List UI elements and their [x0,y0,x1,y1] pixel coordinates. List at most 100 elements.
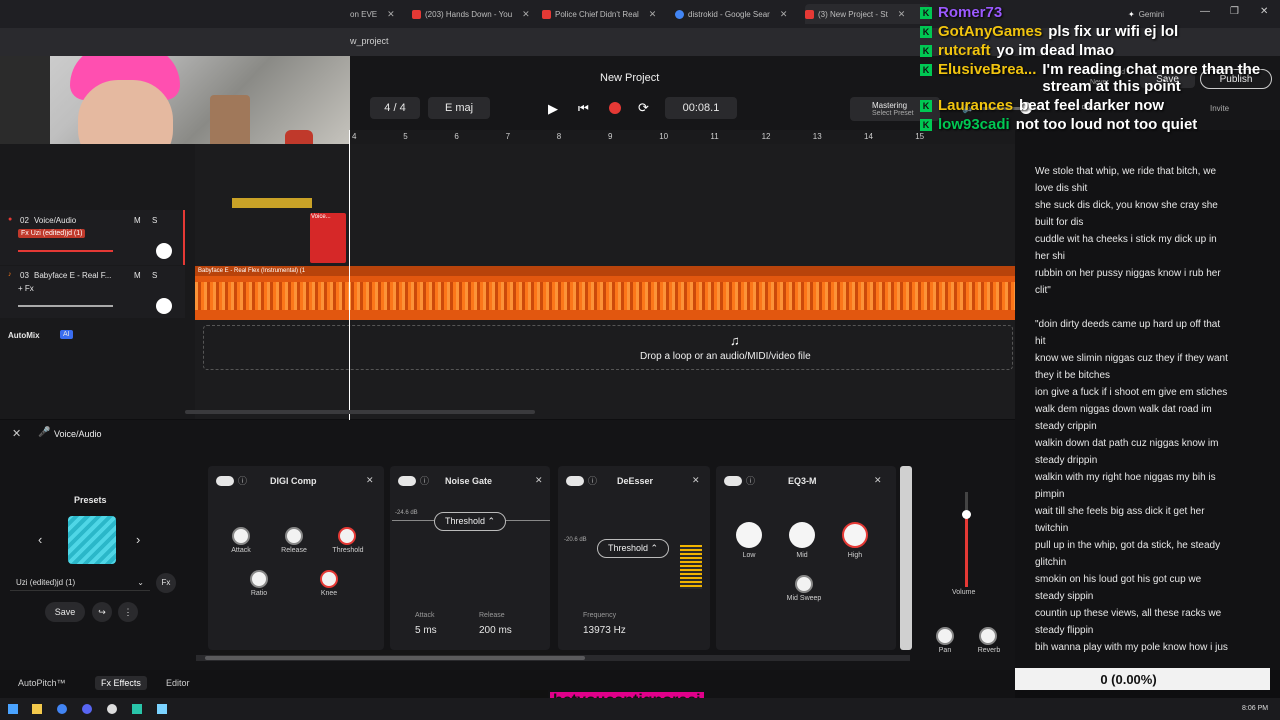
app-icon[interactable] [107,704,117,714]
attack-value[interactable]: 5 ms [415,625,437,636]
ruler-tick: 9 [608,132,613,141]
prev-preset-icon[interactable]: ‹ [38,532,42,547]
remove-fx-icon[interactable]: ✕ [692,475,700,486]
record-icon[interactable] [609,102,621,114]
preset-thumbnail[interactable] [68,516,116,564]
mute-button[interactable]: M [134,216,141,225]
tab-editor[interactable]: Editor [166,678,190,688]
track-name[interactable]: Babyface E - Real F... [34,271,111,280]
play-icon[interactable]: ▶ [548,101,558,117]
mute-button[interactable]: M [134,271,141,280]
track-name[interactable]: Voice/Audio [34,216,76,225]
track-volume-slider[interactable] [18,250,113,252]
chat-username: Laurances [938,97,1014,114]
threshold-dropdown[interactable]: Threshold ⌃ [597,539,670,558]
beat-clip[interactable]: Babyface E - Real Flex (Instrumental) (1 [195,266,1015,320]
tab-2[interactable]: (203) Hands Down - You ✕ [412,4,537,24]
url-text[interactable]: w_project [350,36,389,46]
volume-handle[interactable] [962,510,971,519]
info-icon[interactable]: ⓘ [588,474,597,487]
chat-message: Krutcraft yo im dead lmao [920,42,1280,59]
solo-button[interactable]: S [152,216,157,225]
toggle-switch[interactable] [216,476,234,486]
voice-clip[interactable]: Voice... [310,213,346,263]
release-knob[interactable] [285,527,303,545]
key-selector[interactable]: E maj [428,97,490,119]
solo-button[interactable]: S [152,271,157,280]
attack-knob[interactable] [232,527,250,545]
knee-knob[interactable] [320,570,338,588]
drop-text: Drop a loop or an audio/MIDI/video file [640,351,811,362]
drop-zone[interactable] [203,325,1013,370]
kick-badge-icon: K [920,119,932,131]
chair [0,40,50,160]
remove-fx-icon[interactable]: ✕ [535,475,543,486]
record-arm-icon[interactable]: ● [8,216,12,223]
mid-sweep-knob[interactable] [795,575,813,593]
chrome-icon[interactable] [57,704,67,714]
pan-knob[interactable] [936,627,954,645]
more-options-icon[interactable]: ⋮ [118,602,138,622]
tab-4[interactable]: distrokid - Google Sear ✕ [675,4,800,24]
loop-icon[interactable]: ⟳ [638,100,649,116]
lyric-line: pull up in the whip, got da stick, he st… [1035,540,1221,551]
toggle-switch[interactable] [398,476,416,486]
toggle-switch[interactable] [566,476,584,486]
start-icon[interactable] [8,704,18,714]
tab-effects[interactable]: Fx Effects [95,676,147,690]
info-icon[interactable]: ⓘ [420,474,429,487]
next-preset-icon[interactable]: › [136,532,140,547]
reverb-label: Reverb [977,647,1001,654]
fx-chain-badge[interactable]: Fx Uzi (edited)jd (1) [18,229,86,238]
volume-slider-fill [965,515,968,587]
low-knob[interactable] [736,522,762,548]
tab-1[interactable]: on EVE ✕ [350,4,410,24]
tab-3[interactable]: Police Chief Didn't Real ✕ [542,4,667,24]
remove-fx-icon[interactable]: ✕ [366,475,374,486]
reverb-knob[interactable] [979,627,997,645]
playhead[interactable] [349,130,350,420]
lyric-line: steady crippin [1035,421,1097,432]
release-value[interactable]: 200 ms [479,625,512,636]
high-knob[interactable] [842,522,868,548]
preset-select[interactable]: Uzi (edited)jd (1) ⌄ [10,575,150,591]
waveform [195,282,1015,310]
time-signature[interactable]: 4 / 4 [370,97,420,119]
chat-text: not too loud not too quiet [1015,116,1198,133]
app-icon[interactable] [132,704,142,714]
add-fx-button[interactable]: + Fx [18,284,34,293]
share-icon[interactable]: ↪ [92,602,112,622]
lyric-line: they it be bitches [1035,370,1111,381]
pan-knob[interactable] [156,298,172,314]
project-title[interactable]: New Project [600,72,659,84]
taskbar [0,698,1280,720]
discord-icon[interactable] [82,704,92,714]
info-icon[interactable]: ⓘ [746,474,755,487]
toggle-switch[interactable] [724,476,742,486]
chat-text: yo im dead lmao [996,42,1115,59]
close-icon[interactable]: ✕ [12,427,21,440]
info-icon[interactable]: ⓘ [238,474,247,487]
preset-save-button[interactable]: Save [45,602,85,622]
app-icon[interactable] [157,704,167,714]
mid-knob[interactable] [789,522,815,548]
gate-db: -24.6 dB [395,510,418,516]
fx-bypass-icon[interactable]: Fx [156,573,176,593]
tab-autopitch[interactable]: AutoPitch™ [18,678,66,688]
file-explorer-icon[interactable] [32,704,42,714]
pan-knob[interactable] [156,243,172,259]
remove-fx-icon[interactable]: ✕ [874,475,882,486]
tab-active[interactable]: (3) New Project - St ✕ [805,4,930,24]
frequency-value[interactable]: 13973 Hz [583,625,626,636]
horizontal-scrollbar[interactable] [185,410,535,414]
fx-scroll-thumb[interactable] [205,656,585,660]
automix-label[interactable]: AutoMix [8,331,40,340]
audio-clip-upper[interactable] [232,198,312,208]
fx-card-next-edge[interactable] [900,466,912,650]
rewind-icon[interactable]: ⏮ [578,101,589,116]
track-volume-slider[interactable] [18,305,113,307]
threshold-knob[interactable] [338,527,356,545]
threshold-dropdown[interactable]: Threshold ⌃ [434,512,507,531]
select-preset-label: Select Preset [872,110,914,117]
ratio-knob[interactable] [250,570,268,588]
